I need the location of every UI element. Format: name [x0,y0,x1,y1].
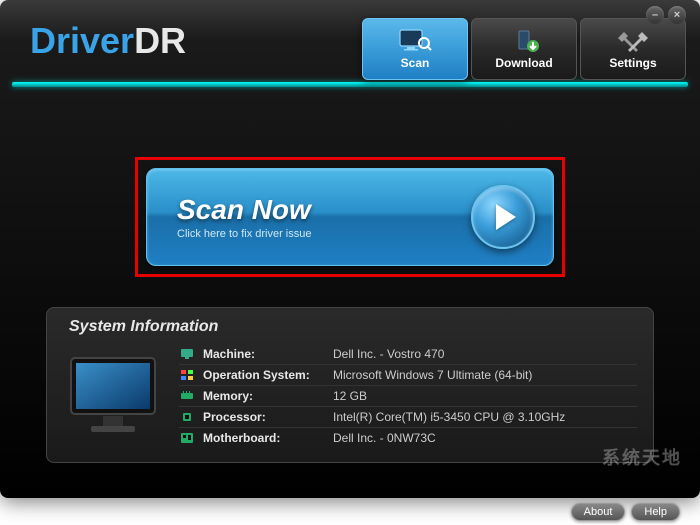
tab-settings[interactable]: Settings [580,18,686,80]
about-button[interactable]: About [571,503,626,521]
help-button[interactable]: Help [631,503,680,521]
tools-icon [616,28,650,54]
spec-label: Machine: [203,347,333,361]
spec-label: Operation System: [203,368,333,382]
machine-icon [179,347,195,361]
cpu-icon [179,410,195,424]
main-panel: DriverDR Scan Download [0,0,700,498]
scan-highlight-box: Scan Now Click here to fix driver issue [135,157,565,277]
spec-row-motherboard: Motherboard: Dell Inc. - 0NW73C [179,427,637,448]
memory-icon [179,389,195,403]
close-button[interactable]: × [668,6,686,24]
spec-row-os: Operation System: Microsoft Windows 7 Ul… [179,364,637,385]
system-info-body: Machine: Dell Inc. - Vostro 470 Operatio… [63,344,637,448]
play-icon [471,185,535,249]
scan-text: Scan Now Click here to fix driver issue [177,194,471,240]
spec-value: Intel(R) Core(TM) i5-3450 CPU @ 3.10GHz [333,410,565,424]
tab-scan-label: Scan [401,56,430,70]
spec-value: 12 GB [333,389,367,403]
minimize-button[interactable]: – [646,6,664,24]
spec-row-machine: Machine: Dell Inc. - Vostro 470 [179,344,637,364]
spec-label: Processor: [203,410,333,424]
system-info-title: System Information [63,318,637,336]
scan-title: Scan Now [177,194,471,226]
app-window: – × DriverDR Scan Download [0,0,700,525]
header: DriverDR Scan Download [0,0,700,82]
spec-row-memory: Memory: 12 GB [179,385,637,406]
monitor-search-icon [398,28,432,54]
window-controls: – × [646,6,686,24]
logo-part1: Driver [30,20,134,61]
spec-label: Motherboard: [203,431,333,445]
spec-value: Microsoft Windows 7 Ultimate (64-bit) [333,368,532,382]
scan-now-button[interactable]: Scan Now Click here to fix driver issue [146,168,554,266]
tab-download-label: Download [495,56,552,70]
monitor-icon [63,350,163,440]
os-icon [179,368,195,382]
tab-scan[interactable]: Scan [362,18,468,80]
motherboard-icon [179,431,195,445]
scan-subtitle: Click here to fix driver issue [177,228,471,240]
app-logo: DriverDR [30,20,186,62]
nav-tabs: Scan Download Settings [362,18,686,80]
tab-download[interactable]: Download [471,18,577,80]
logo-part2: DR [134,20,186,61]
footer-buttons: About Help [571,503,680,521]
content-area: Scan Now Click here to fix driver issue … [0,87,700,483]
system-info-panel: System Information Machine: Dell Inc. - … [46,307,654,463]
spec-value: Dell Inc. - Vostro 470 [333,347,444,361]
spec-value: Dell Inc. - 0NW73C [333,431,436,445]
spec-list: Machine: Dell Inc. - Vostro 470 Operatio… [179,344,637,448]
spec-label: Memory: [203,389,333,403]
spec-row-processor: Processor: Intel(R) Core(TM) i5-3450 CPU… [179,406,637,427]
arrow-right-icon [496,204,516,230]
tab-settings-label: Settings [609,56,656,70]
download-icon [507,28,541,54]
